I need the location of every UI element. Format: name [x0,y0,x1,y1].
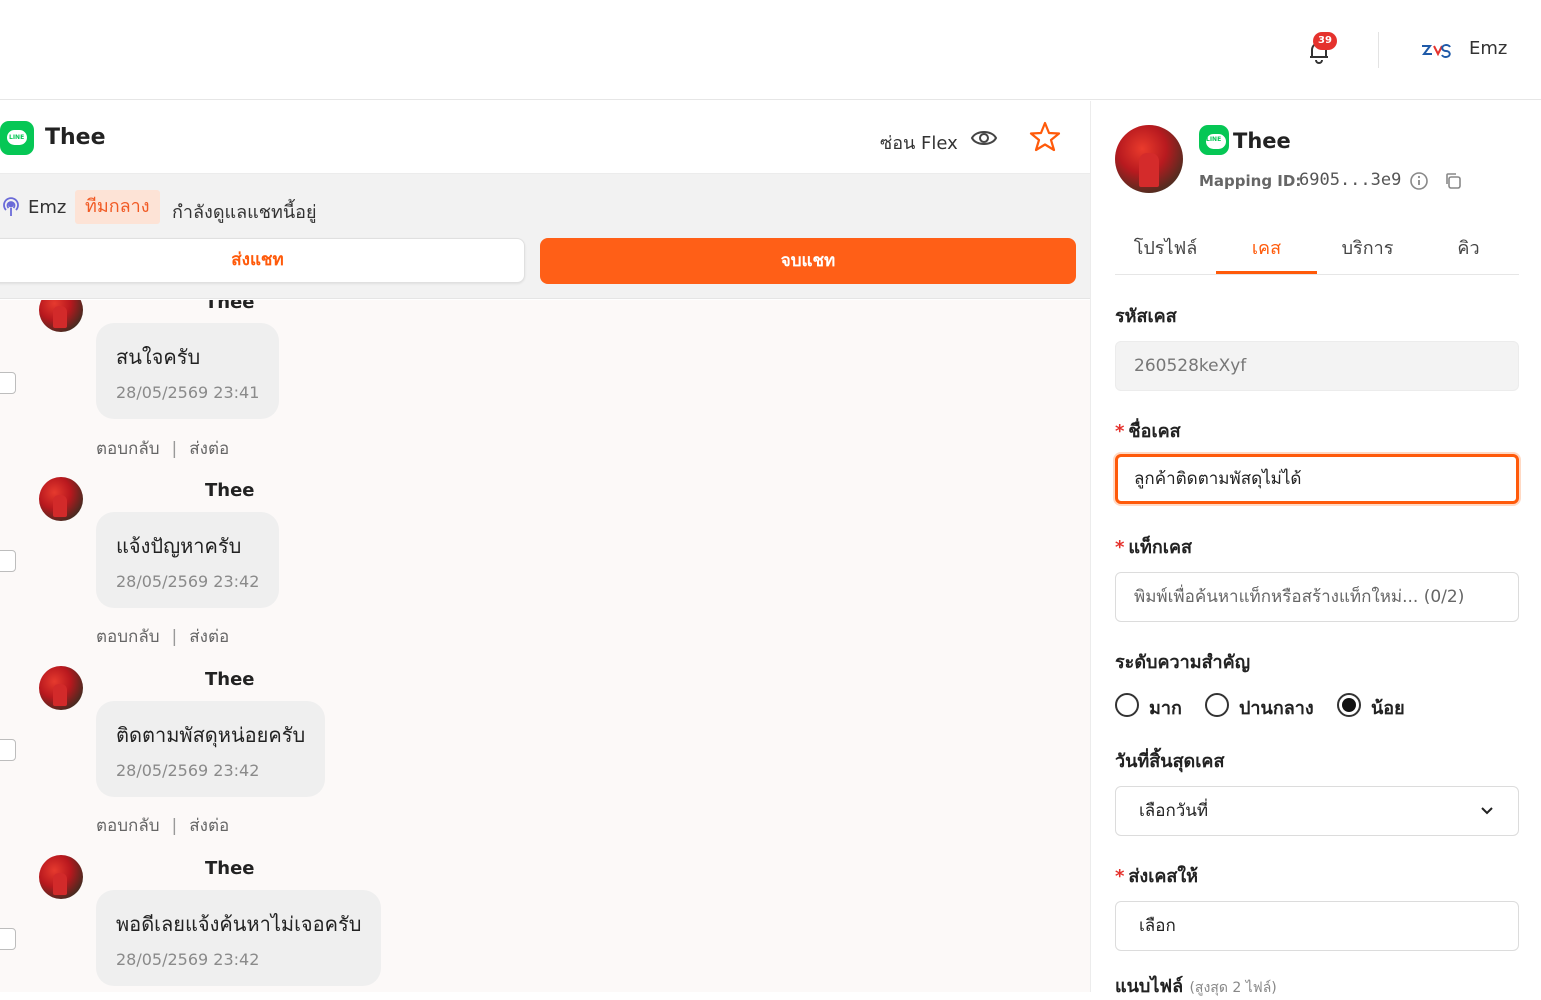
info-icon[interactable] [1409,171,1429,191]
attachment-label: แนบไฟล์ (สูงสุด 2 ไฟล์) [1115,971,1277,1000]
message-item: Thee แจ้งปัญหาครับ 28/05/2569 23:42 ตอบก… [0,300,1090,647]
case-name-label: * ชื่อเคส [1115,416,1181,445]
topbar-divider [1378,32,1379,68]
message-bubble[interactable]: พอดีเลยแจ้งค้นหาไม่เจอครับ 28/05/2569 23… [96,890,382,986]
message-select-checkbox[interactable] [0,928,16,950]
attachment-hint: (สูงสุด 2 ไฟล์) [1189,980,1277,996]
send-chat-button[interactable]: ส่งแชท [0,238,525,283]
mapping-id-label: Mapping ID: [1199,172,1302,190]
case-side-panel: LINE Thee Mapping ID: 6905...3e9 โปรไฟล์… [1090,101,1541,997]
required-marker: * [1115,866,1125,887]
radio-label: ปานกลาง [1239,698,1314,719]
due-date-select[interactable]: เลือกวันที่ [1115,786,1519,836]
case-id-label: รหัสเคส [1115,301,1177,330]
priority-label: ระดับความสำคัญ [1115,652,1251,673]
assign-label-text: ส่งเคสให้ [1128,866,1199,887]
message-text: พอดีเลยแจ้งค้นหาไม่เจอครับ [116,912,362,936]
active-tab-underline [1216,271,1317,274]
team-tag: ทีมกลาง [75,190,160,224]
required-marker: * [1115,537,1125,558]
chevron-down-icon [1481,807,1493,815]
case-panel-tabs: โปรไฟล์ เคส บริการ คิว [1115,221,1519,275]
profile-avatar [1115,125,1183,193]
chat-status-bar: Emz ทีมกลาง กำลังดูแลแชทนี้อยู่ ส่งแชท จ… [0,174,1090,299]
profile-name: Thee [1233,129,1291,153]
line-app-icon: LINE [0,121,34,155]
case-id-label-text: รหัสเคส [1115,306,1177,327]
hide-flex-toggle[interactable]: ซ่อน Flex [880,128,958,157]
tab-profile[interactable]: โปรไฟล์ [1115,233,1216,262]
message-item: Thee พอดีเลยแจ้งค้นหาไม่เจอครับ 28/05/25… [0,678,1090,986]
mapping-id-value: 6905...3e9 [1299,170,1402,190]
status-text: กำลังดูแลแชทนี้อยู่ [172,202,317,223]
topbar-user-name[interactable]: Emz [1469,38,1507,59]
end-chat-button[interactable]: จบแชท [540,238,1076,284]
chat-header: LINE Thee ซ่อน Flex [0,101,1090,174]
sender-avatar [39,855,83,899]
radio-circle-selected [1337,693,1361,717]
case-tag-input[interactable]: พิมพ์เพื่อค้นหาแท็กหรือสร้างแท็กใหม่... … [1115,572,1519,622]
notification-badge: 39 [1313,32,1337,50]
eye-icon[interactable] [970,127,998,149]
copy-icon[interactable] [1443,171,1463,191]
attachment-label-text: แนบไฟล์ [1115,976,1184,997]
tab-case[interactable]: เคส [1216,233,1317,262]
case-tag-label: * แท็กเคส [1115,532,1192,561]
assign-label: * ส่งเคสให้ [1115,861,1198,890]
due-date-value: เลือกวันที่ [1139,801,1209,821]
chat-title: Thee [45,125,106,150]
message-item: Thee ติดตามพัสดุหน่อยครับ 28/05/2569 23:… [0,489,1090,836]
chat-panel: LINE Thee ซ่อน Flex Emz ทีมกลาง กำลังดูแ… [0,101,1090,992]
broadcast-icon [3,197,19,216]
star-icon[interactable] [1028,120,1062,154]
due-date-label: วันที่สิ้นสุดเคส [1115,751,1225,772]
radio-circle [1205,693,1229,717]
case-name-label-text: ชื่อเคส [1128,421,1181,442]
case-name-input[interactable]: ลูกค้าติดตามพัสดุไม่ได้ [1115,454,1519,504]
message-list[interactable]: Thee สนใจครับ 28/05/2569 23:41 ตอบกลับ | ส… [0,300,1090,992]
case-tag-label-text: แท็กเคส [1128,537,1192,558]
case-id-field: 260528keXyf [1115,341,1519,391]
message-time: 28/05/2569 23:42 [116,950,260,969]
tab-queue[interactable]: คิว [1418,233,1519,262]
required-marker: * [1115,421,1125,442]
status-agent-name: Emz [28,197,67,218]
radio-circle [1115,693,1139,717]
line-app-icon: LINE [1199,125,1229,155]
top-bar: 39 Emz [0,0,1541,100]
radio-label: มาก [1149,698,1182,719]
assign-select[interactable]: เลือก [1115,901,1519,951]
tab-service[interactable]: บริการ [1317,233,1418,262]
radio-label: น้อย [1371,698,1405,719]
company-logo-icon [1422,44,1451,58]
message-sender: Thee [205,858,255,879]
